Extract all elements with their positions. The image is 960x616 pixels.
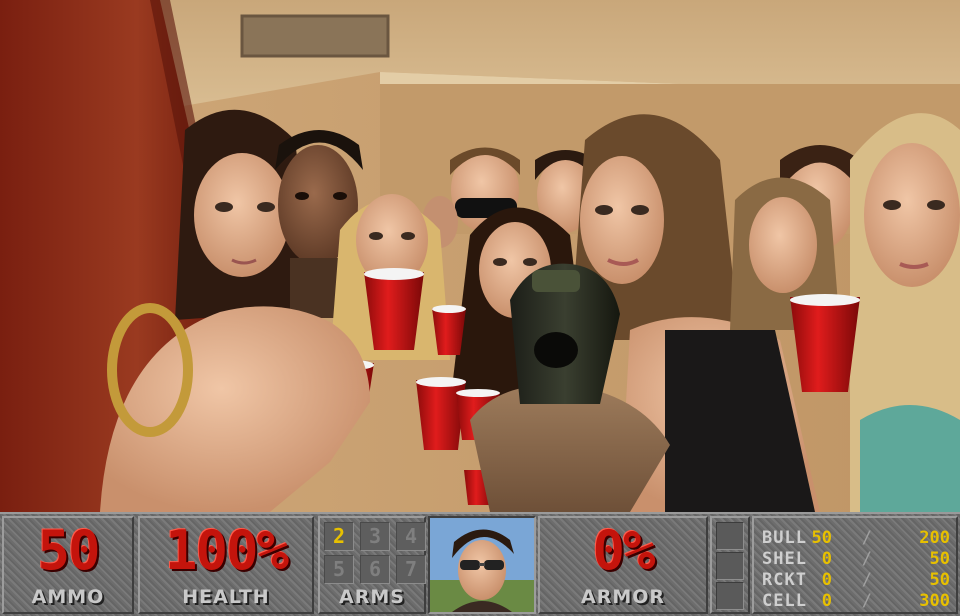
player-face-portrait [428,516,536,614]
arms-grid: 2 3 4 5 6 7 [324,522,428,584]
ammo-type: RCKT [762,570,807,590]
key-slot-blue [716,522,744,550]
ammo-current: 0 [821,549,832,569]
ammo-row-shells: SHEL 0 / 50 [762,549,950,570]
arms-slot-5: 5 [324,555,354,584]
ammo-current: 0 [821,570,832,590]
ammo-type: CELL [762,591,807,611]
ammo-row-rockets: RCKT 0 / 50 [762,570,950,591]
arms-slot-7: 7 [396,555,426,584]
ammo-separator: / [861,549,872,569]
ceiling-vent [240,14,390,58]
ammo-max: 50 [929,570,950,590]
ammo-current: 0 [821,591,832,611]
ammo-separator: / [861,591,872,611]
health-value: 100% [164,519,289,582]
ammo-separator: / [861,528,872,548]
health-label: HEALTH [182,586,270,608]
ammo-max: 300 [919,591,950,611]
arms-slot-2: 2 [324,522,354,551]
game-viewport [0,0,960,512]
status-bar: 50 AMMO 100% HEALTH 2 3 4 5 6 7 ARMS 0% [0,512,960,616]
arms-panel: 2 3 4 5 6 7 ARMS [318,516,426,614]
ammo-type: BULL [762,528,807,548]
arms-slot-6: 6 [360,555,390,584]
ammo-max: 200 [919,528,950,548]
arms-label: ARMS [339,586,405,608]
armor-label: ARMOR [580,586,666,608]
arms-slot-4: 4 [396,522,426,551]
ammo-row-cells: CELL 0 / 300 [762,591,950,612]
ammo-current: 50 [811,528,832,548]
ammo-value: 50 [37,519,100,582]
ammo-type: SHEL [762,549,807,569]
party-scene [0,0,960,512]
ammo-label: AMMO [31,586,105,608]
health-panel: 100% HEALTH [138,516,314,614]
ammo-inventory-panel: BULL 50 / 200 SHEL 0 / 50 RCKT 0 / 50 CE… [752,516,958,614]
arms-slot-3: 3 [360,522,390,551]
partygoer-far-right [850,113,960,512]
ammo-panel: 50 AMMO [2,516,134,614]
key-slot-red [716,582,744,610]
ammo-max: 50 [929,549,950,569]
keys-panel [710,516,750,614]
ammo-row-bullets: BULL 50 / 200 [762,528,950,549]
key-slot-yellow [716,552,744,580]
ammo-separator: / [861,570,872,590]
armor-panel: 0% ARMOR [538,516,708,614]
armor-value: 0% [592,519,655,582]
